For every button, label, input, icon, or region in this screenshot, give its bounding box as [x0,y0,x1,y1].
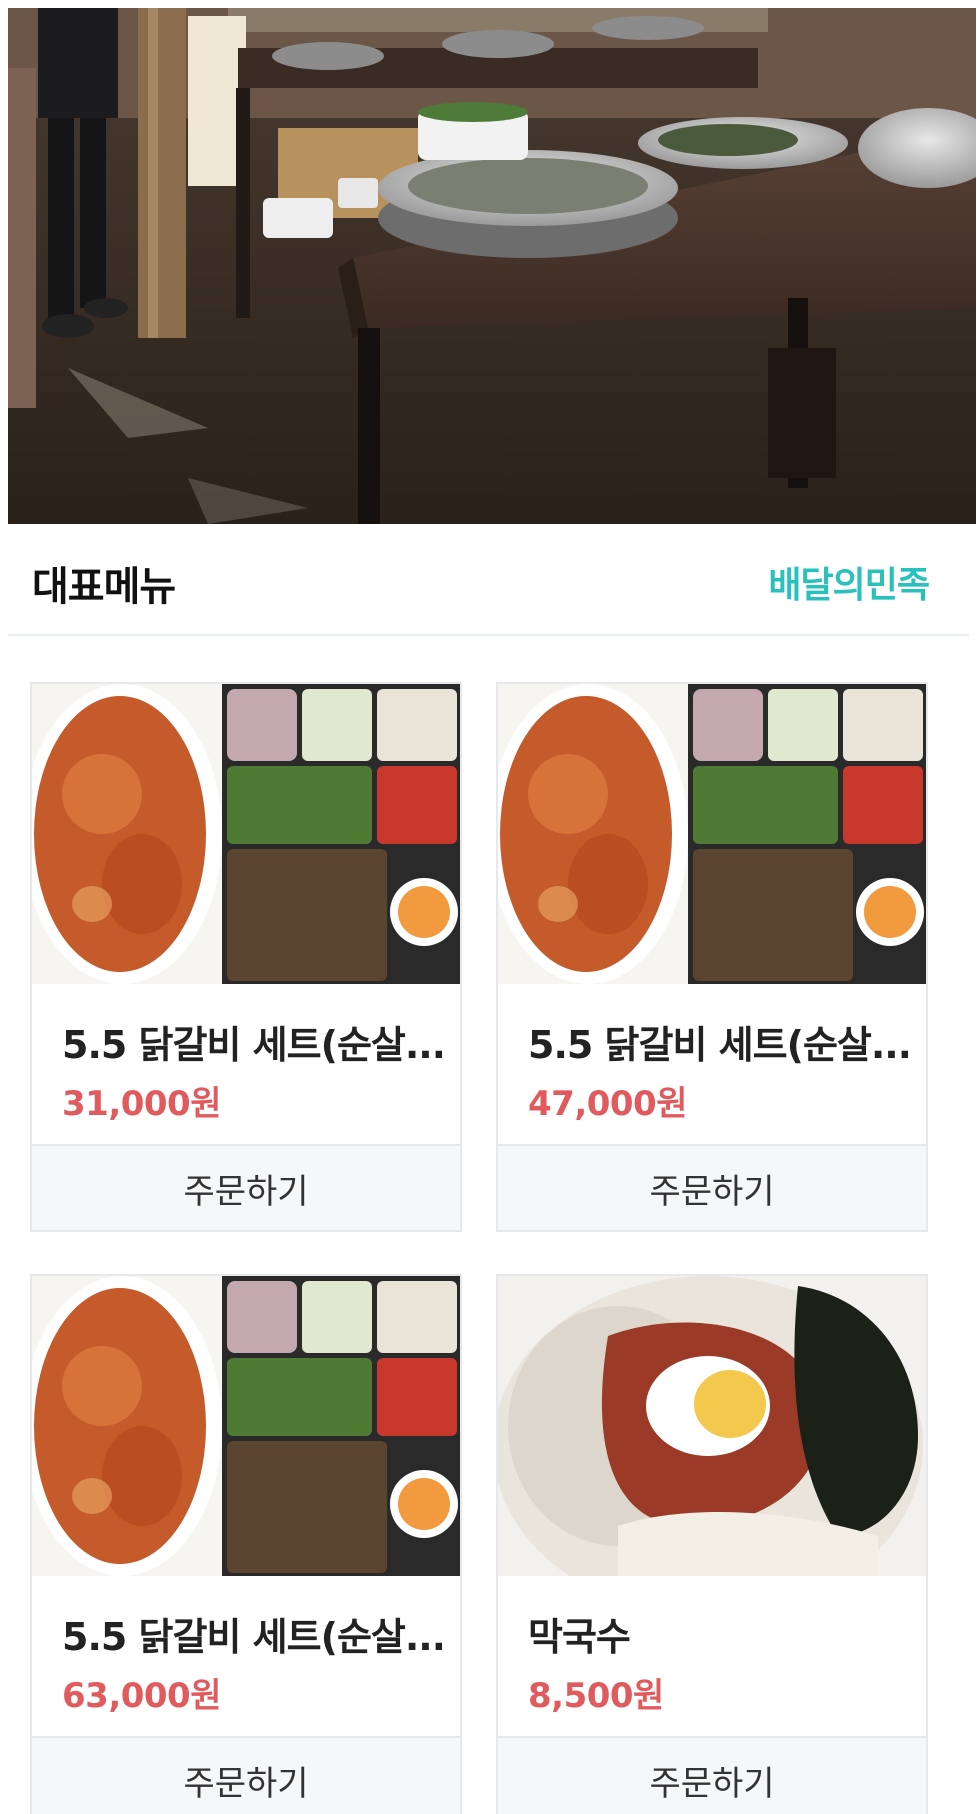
section-title: 대표메뉴 [32,564,176,610]
order-button[interactable]: 주문하기 [32,1144,460,1230]
menu-item-price: 47,000원 [528,1084,687,1124]
menu-item-name: 5.5 닭갈비 세트(순살... [62,1615,442,1659]
menu-item-price: 8,500원 [528,1676,664,1716]
menu-item-name: 막국수 [528,1615,631,1659]
section-header: 대표메뉴 배달의민족 [0,524,977,636]
menu-card[interactable]: 5.5 닭갈비 세트(순살... 47,000원 주문하기 [496,682,928,1232]
dakgalbi-set-photo [498,684,926,984]
divider [8,634,969,636]
menu-card[interactable]: 5.5 닭갈비 세트(순살... 63,000원 주문하기 [30,1274,462,1814]
order-button[interactable]: 주문하기 [32,1736,460,1814]
menu-item-name: 5.5 닭갈비 세트(순살... [528,1023,908,1067]
menu-card[interactable]: 5.5 닭갈비 세트(순살... 31,000원 주문하기 [30,682,462,1232]
dakgalbi-set-photo [32,684,460,984]
menu-item-price: 31,000원 [62,1084,221,1124]
baemin-brand-link[interactable]: 배달의민족 [768,556,930,608]
menu-item-name: 5.5 닭갈비 세트(순살... [62,1023,442,1067]
store-menu-page: 대표메뉴 배달의민족 5.5 닭갈비 세트(순살... 31,000원 주문하기… [0,0,977,1814]
menu-card[interactable]: 막국수 8,500원 주문하기 [496,1274,928,1814]
makguksu-photo [498,1276,926,1576]
restaurant-interior-photo [8,8,976,524]
menu-item-price: 63,000원 [62,1676,221,1716]
order-button[interactable]: 주문하기 [498,1736,926,1814]
dakgalbi-set-photo [32,1276,460,1576]
order-button[interactable]: 주문하기 [498,1144,926,1230]
